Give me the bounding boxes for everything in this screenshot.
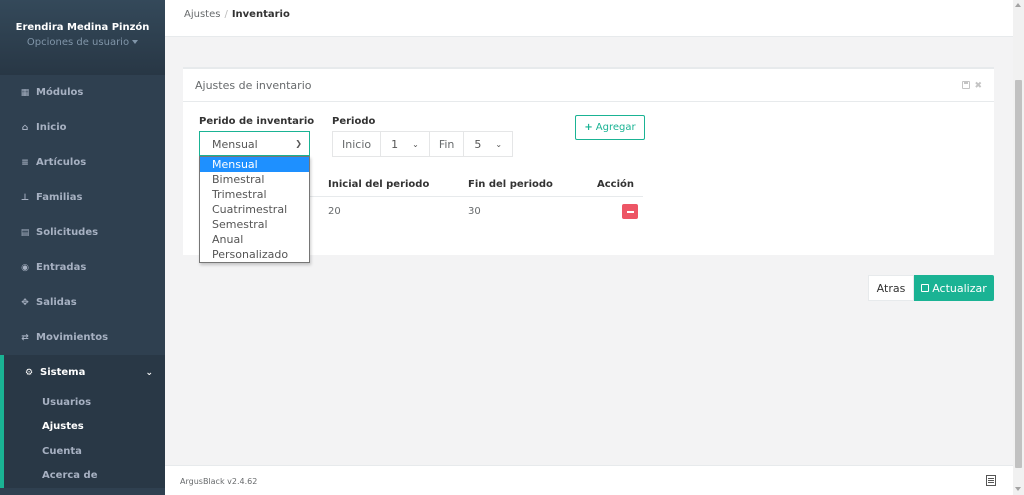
app-version: ArgusBlack v2.4.62 <box>180 477 258 486</box>
sidebar-item-inicio[interactable]: ⌂ Inicio <box>0 110 165 145</box>
table-cell-inicial: 20 <box>328 206 341 217</box>
breadcrumb-separator: / <box>224 9 228 20</box>
back-button[interactable]: Atras <box>868 275 914 301</box>
user-options-label: Opciones de usuario <box>26 37 130 48</box>
list-icon: ≡ <box>21 158 29 168</box>
exchange-icon: ⇄ <box>21 333 29 343</box>
scroll-down-arrow-icon[interactable] <box>1015 487 1021 491</box>
grid-icon: ▦ <box>20 88 30 98</box>
sidebar-item-salidas[interactable]: ✥ Salidas <box>0 285 165 320</box>
sidebar-item-articulos[interactable]: ≡ Artículos <box>0 145 165 180</box>
handshake-icon: ✥ <box>21 298 29 308</box>
sidebar-item-label: Sistema <box>40 367 86 378</box>
sidebar-item-label: Módulos <box>36 87 84 98</box>
periodo-label: Periodo <box>332 116 376 127</box>
sistema-submenu: Usuarios Ajustes Cuenta Acerca de <box>0 390 165 488</box>
fin-addon: Fin <box>429 132 465 156</box>
sidebar-item-label: Solicitudes <box>36 227 99 238</box>
periodo-inventario-select[interactable]: Mensual ❯ <box>199 131 310 156</box>
dropdown-option[interactable]: Semestral <box>200 217 309 232</box>
panel-header: Ajustes de inventario ✖ <box>183 69 994 102</box>
update-button-label: Actualizar <box>932 281 987 295</box>
fin-select[interactable]: 5 ⌄ <box>464 132 512 156</box>
scroll-up-arrow-icon[interactable] <box>1015 3 1021 7</box>
sidebar-nav: ▦ Módulos ⌂ Inicio ≡ Artículos ⊥ Familias ▤ S… <box>0 75 165 488</box>
file-icon: ▤ <box>20 228 30 238</box>
scroll-thumb[interactable] <box>1015 80 1022 468</box>
inicio-addon: Inicio <box>333 132 382 156</box>
sidebar-item-entradas[interactable]: ◉ Entradas <box>0 250 165 285</box>
add-button[interactable]: + Agregar <box>575 115 645 140</box>
sidebar-item-movimientos[interactable]: ⇄ Movimientos <box>0 320 165 355</box>
chevron-down-icon: ⌄ <box>412 139 419 149</box>
sidebar-item-modulos[interactable]: ▦ Módulos <box>0 75 165 110</box>
periodo-inventario-label: Perido de inventario <box>199 116 315 127</box>
table-header-accion: Acción <box>597 179 635 190</box>
caret-down-icon <box>132 40 139 44</box>
breadcrumb-current: Inventario <box>231 9 290 20</box>
table-header-inicial: Inicial del periodo <box>328 179 430 190</box>
eye-icon: ◉ <box>21 263 29 273</box>
minus-icon <box>626 210 634 213</box>
save-icon <box>921 284 930 292</box>
table-cell-fin: 30 <box>468 206 481 217</box>
sidebar-item-label: Entradas <box>36 262 87 273</box>
chevron-down-icon: ❯ <box>295 139 302 148</box>
sidebar-item-sistema[interactable]: ⚙ Sistema ⌄ <box>0 355 165 390</box>
user-options-toggle[interactable]: Opciones de usuario <box>0 37 165 48</box>
dropdown-option[interactable]: Mensual <box>200 157 309 172</box>
dropdown-option[interactable]: Anual <box>200 232 309 247</box>
sidebar-item-label: Inicio <box>36 122 67 133</box>
footer: ArgusBlack v2.4.62 <box>165 465 1013 495</box>
fin-value: 5 <box>474 137 482 151</box>
plus-icon: + <box>584 122 593 133</box>
submenu-item-cuenta[interactable]: Cuenta <box>4 439 165 464</box>
sidebar: Erendira Medina Pinzón Opciones de usuar… <box>0 0 165 495</box>
breadcrumb-parent[interactable]: Ajustes <box>184 9 220 20</box>
delete-row-button[interactable] <box>622 204 638 219</box>
sidebar-item-label: Artículos <box>36 157 87 168</box>
sitemap-icon: ⊥ <box>20 193 30 203</box>
inicio-select[interactable]: 1 ⌄ <box>381 132 430 156</box>
dropdown-option[interactable]: Trimestral <box>200 187 309 202</box>
user-name: Erendira Medina Pinzón <box>15 22 150 33</box>
panel-title: Ajustes de inventario <box>195 79 312 92</box>
chevron-down-icon: ⌄ <box>495 139 503 149</box>
user-profile: Erendira Medina Pinzón Opciones de usuar… <box>0 0 165 75</box>
periodo-input-group: Inicio 1 ⌄ Fin 5 ⌄ <box>332 131 514 157</box>
submenu-item-usuarios[interactable]: Usuarios <box>4 390 165 415</box>
close-icon[interactable]: ✖ <box>974 81 982 91</box>
chevron-down-icon: ⌄ <box>145 367 153 378</box>
update-button[interactable]: Actualizar <box>914 275 994 301</box>
sidebar-item-label: Salidas <box>36 297 77 308</box>
dropdown-option[interactable]: Personalizado <box>200 247 309 262</box>
selected-period-value: Mensual <box>212 138 258 151</box>
periodo-dropdown-list: Mensual Bimestral Trimestral Cuatrimestr… <box>199 156 310 263</box>
add-button-label: Agregar <box>595 122 636 133</box>
table-header-fin: Fin del periodo <box>468 179 553 190</box>
dropdown-option[interactable]: Bimestral <box>200 172 309 187</box>
submenu-item-ajustes[interactable]: Ajustes <box>4 415 165 440</box>
sidebar-item-familias[interactable]: ⊥ Familias <box>0 180 165 215</box>
breadcrumb: Ajustes / Inventario <box>184 9 290 20</box>
dropdown-option[interactable]: Cuatrimestral <box>200 202 309 217</box>
list-settings-icon[interactable] <box>986 475 996 486</box>
sidebar-item-solicitudes[interactable]: ▤ Solicitudes <box>0 215 165 250</box>
save-icon[interactable] <box>962 81 971 89</box>
cogs-icon: ⚙ <box>24 368 34 378</box>
home-icon: ⌂ <box>21 123 29 133</box>
inicio-value: 1 <box>391 137 399 151</box>
sidebar-item-label: Movimientos <box>36 332 109 343</box>
table-header-divider <box>310 196 643 197</box>
panel-tools: ✖ <box>962 81 982 91</box>
page-scrollbar[interactable] <box>1013 0 1024 495</box>
top-bar: Ajustes / Inventario <box>165 0 1013 37</box>
submenu-item-acerca[interactable]: Acerca de <box>4 464 165 489</box>
sidebar-item-label: Familias <box>36 192 83 203</box>
